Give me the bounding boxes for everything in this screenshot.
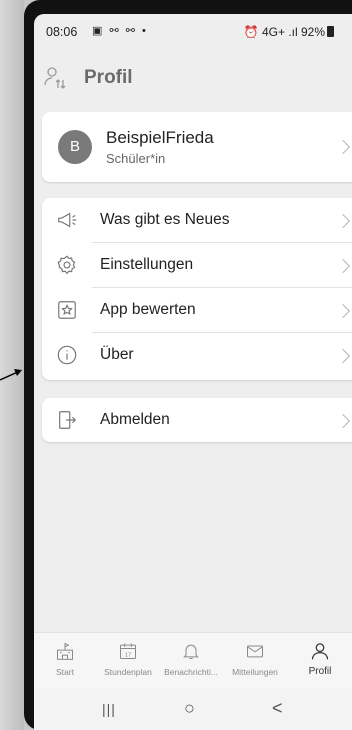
calendar-day: 17 (125, 652, 131, 658)
gear-icon (57, 255, 76, 275)
home-button[interactable]: ○ (184, 698, 195, 719)
nav-label: Mitteilungen (232, 667, 278, 677)
status-bar: 08:06 ▣ ⚯ ⚯ • ⏰ 4G+ .ıl 92% (34, 14, 352, 50)
profile-card[interactable]: B BeispielFrieda Schüler*in (42, 112, 352, 182)
status-time: 08:06 (46, 25, 78, 39)
info-icon (57, 345, 77, 365)
page-title: Profil (84, 67, 133, 88)
chevron-right-icon (335, 413, 351, 429)
menu-item-logout[interactable]: Abmelden (42, 398, 352, 443)
recents-button[interactable]: ||| (102, 701, 116, 717)
bell-icon (183, 644, 199, 659)
desktop-background (0, 0, 24, 730)
nav-notifications[interactable]: Benachrichti... (159, 633, 223, 689)
menu-item-label: App bewerten (100, 301, 196, 318)
megaphone-icon (58, 212, 77, 228)
menu-card: Was gibt es Neues Einstellungen App bewe… (42, 198, 352, 380)
logout-icon (59, 411, 77, 429)
bottom-navigation: Start 17 Stundenplan Benachrichti... Mit… (34, 632, 352, 689)
nav-profile[interactable]: Profil (288, 633, 352, 689)
battery-icon (327, 26, 334, 37)
chevron-right-icon (335, 303, 351, 319)
status-indicators: ⏰ 4G+ .ıl 92% (244, 25, 334, 39)
nav-schedule[interactable]: 17 Stundenplan (96, 633, 160, 689)
nav-label: Profil (308, 666, 332, 677)
nav-start[interactable]: Start (34, 633, 97, 689)
calendar-icon: 17 (120, 643, 136, 659)
menu-item-settings[interactable]: Einstellungen (42, 243, 352, 288)
app-screen: 08:06 ▣ ⚯ ⚯ • ⏰ 4G+ .ıl 92% Profil B Bei… (34, 14, 352, 730)
arrow-annotation (0, 369, 22, 381)
chevron-right-icon (335, 213, 351, 229)
mail-icon (247, 645, 263, 658)
profile-name: BeispielFrieda (106, 128, 214, 147)
menu-item-rate-app[interactable]: App bewerten (42, 288, 352, 333)
school-icon (57, 642, 73, 660)
menu-item-news[interactable]: Was gibt es Neues (42, 198, 352, 243)
nav-label: Benachrichti... (164, 667, 218, 677)
menu-item-label: Über (100, 346, 134, 363)
star-icon (58, 301, 76, 319)
nav-messages[interactable]: Mitteilungen (223, 633, 287, 689)
logout-card[interactable]: Abmelden (42, 398, 352, 442)
person-icon (311, 643, 329, 660)
avatar: B (58, 130, 92, 164)
back-button[interactable]: < (272, 698, 283, 719)
page-header: Profil (34, 54, 352, 104)
profile-switch-icon[interactable] (44, 66, 68, 90)
chevron-right-icon (335, 348, 351, 364)
system-navigation: ||| ○ < (34, 688, 352, 730)
chevron-right-icon (335, 139, 351, 155)
menu-item-about[interactable]: Über (42, 333, 352, 378)
phone-frame: 08:06 ▣ ⚯ ⚯ • ⏰ 4G+ .ıl 92% Profil B Bei… (24, 0, 352, 730)
menu-item-label: Was gibt es Neues (100, 211, 230, 228)
menu-item-label: Einstellungen (100, 256, 194, 273)
status-indicators-text: ⏰ 4G+ .ıl 92% (243, 25, 325, 39)
nav-label: Stundenplan (104, 667, 152, 677)
profile-role: Schüler*in (106, 151, 166, 166)
notification-icons: ▣ ⚯ ⚯ • (92, 25, 148, 37)
chevron-right-icon (335, 258, 351, 274)
logout-label: Abmelden (100, 411, 170, 428)
nav-label: Start (56, 667, 74, 677)
